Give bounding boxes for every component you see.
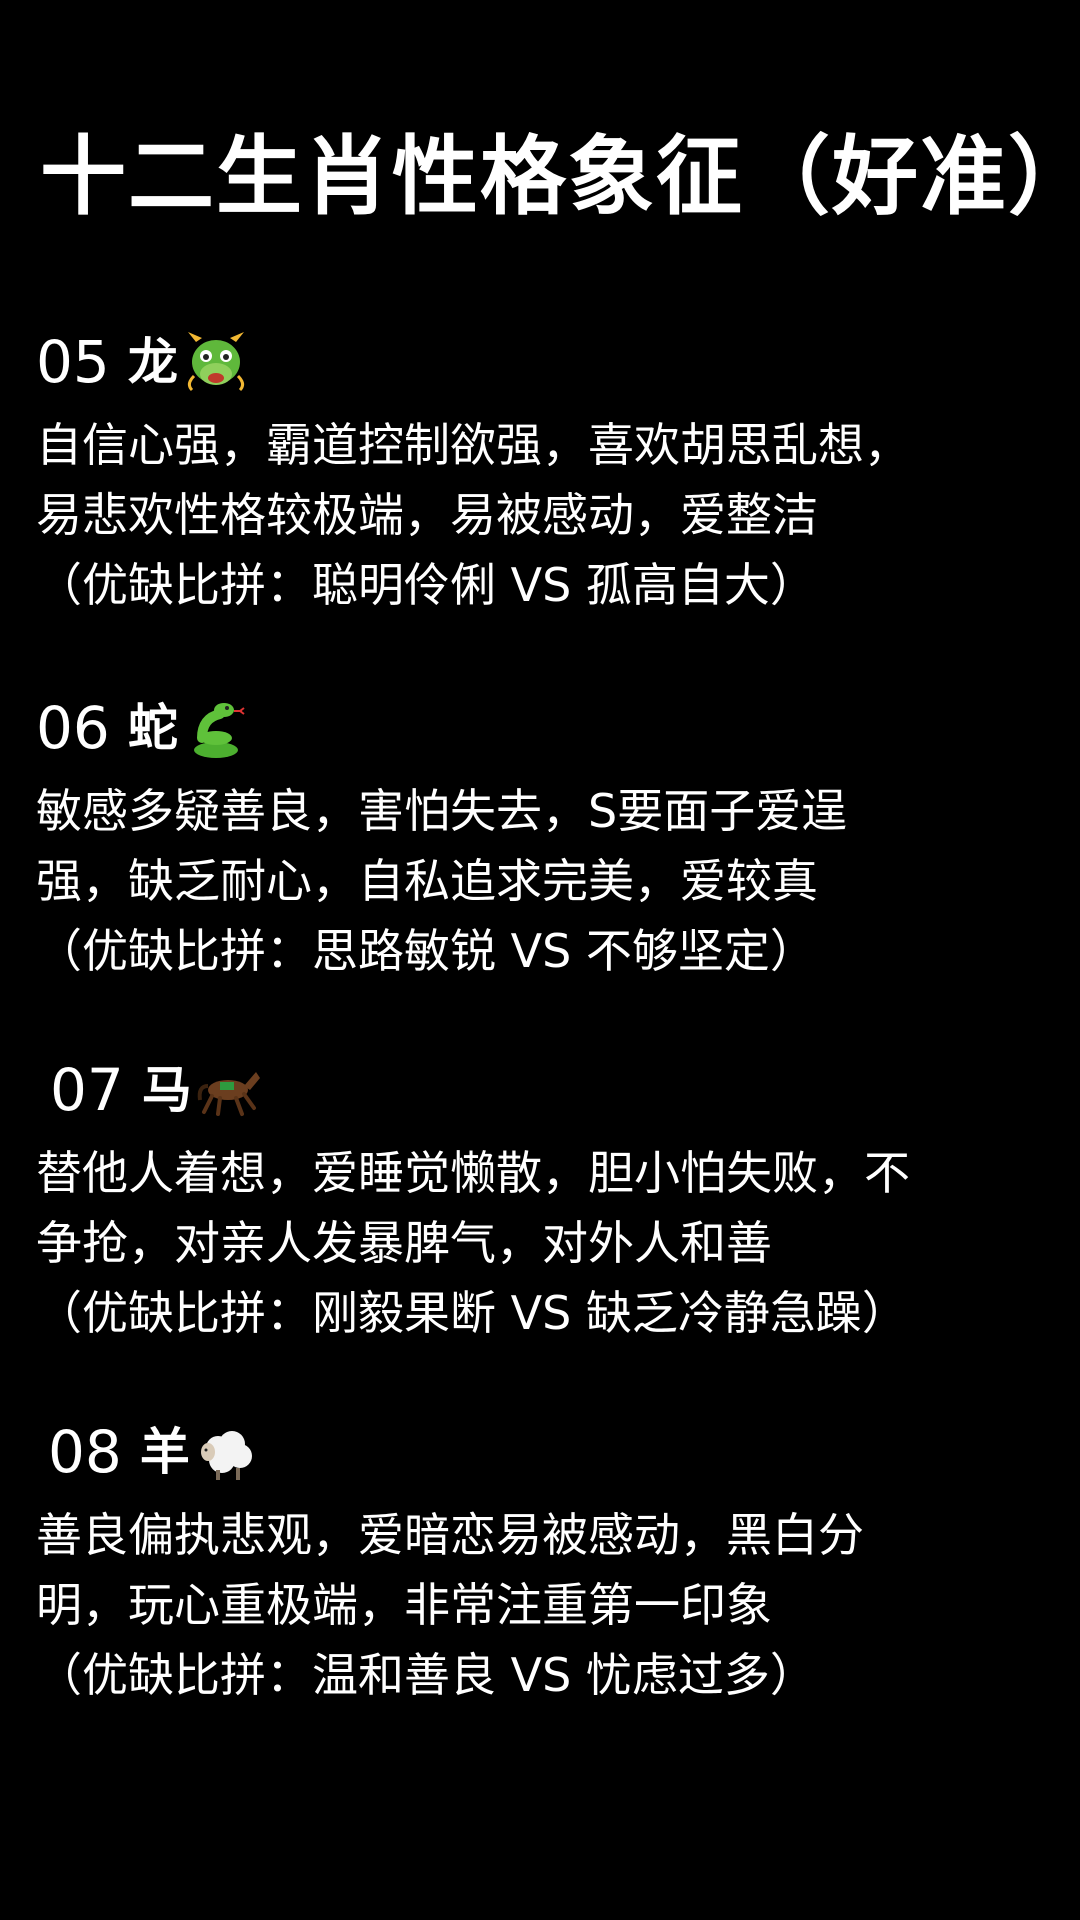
zodiac-entry-horse: 07 马 替他人着想，爱睡觉懒散，胆小怕失败，不 争抢，对亲人发暴脾气，对外人和… xyxy=(36,1050,1056,1348)
page: 十二生肖性格象征（好准） 05 龙 自信心强，霸道控制欲强，喜欢胡思乱想， 易悲… xyxy=(0,0,1080,1920)
entry-number: 05 xyxy=(36,328,110,396)
merit-comparison: （优缺比拼：聪明伶俐 VS 孤高自大） xyxy=(36,558,816,612)
sheep-icon xyxy=(200,1431,252,1480)
description-line: 替他人着想，爱睡觉懒散，胆小怕失败，不 xyxy=(36,1146,910,1200)
entry-header: 08 羊 xyxy=(36,1412,1056,1492)
entry-number: 08 xyxy=(48,1418,122,1486)
animal-name: 龙 xyxy=(127,333,178,391)
merit-comparison: （优缺比拼：温和善良 VS 忧虑过多） xyxy=(36,1648,816,1702)
animal-name: 马 xyxy=(141,1061,192,1119)
entry-header: 07 马 xyxy=(36,1050,1056,1130)
dragon-face-icon xyxy=(187,332,244,392)
snake-icon xyxy=(193,703,245,758)
description-line: 争抢，对亲人发暴脾气，对外人和善 xyxy=(36,1216,772,1270)
entry-header: 06 蛇 xyxy=(36,688,1056,768)
zodiac-entry-snake: 06 蛇 敏感多疑善良，害怕失去，S要面子爱逞 强，缺乏耐心，自私追求完美，爱较… xyxy=(36,688,1056,986)
merit-comparison: （优缺比拼：思路敏锐 VS 不够坚定） xyxy=(36,924,816,978)
merit-comparison: （优缺比拼：刚毅果断 VS 缺乏冷静急躁） xyxy=(36,1286,908,1340)
description-line: 善良偏执悲观，爱暗恋易被感动，黑白分 xyxy=(36,1508,864,1562)
description-line: 强，缺乏耐心，自私追求完美，爱较真 xyxy=(36,854,818,908)
entry-number: 07 xyxy=(50,1056,124,1124)
entry-number: 06 xyxy=(36,694,110,762)
description-line: 明，玩心重极端，非常注重第一印象 xyxy=(36,1578,772,1632)
zodiac-entry-dragon: 05 龙 自信心强，霸道控制欲强，喜欢胡思乱想， 易悲欢性格较极端，易被感动，爱… xyxy=(36,322,1056,620)
animal-name: 蛇 xyxy=(127,699,178,757)
description-line: 敏感多疑善良，害怕失去，S要面子爱逞 xyxy=(36,784,848,838)
description-line: 易悲欢性格较极端，易被感动，爱整洁 xyxy=(36,488,818,542)
description-line: 自信心强，霸道控制欲强，喜欢胡思乱想， xyxy=(36,418,910,472)
animal-name: 羊 xyxy=(139,1423,190,1481)
entry-header: 05 龙 xyxy=(36,322,1056,402)
racehorse-icon xyxy=(197,1072,260,1116)
page-title: 十二生肖性格象征（好准） xyxy=(40,127,1080,227)
zodiac-entry-sheep: 08 羊 善良偏执悲观，爱暗恋易被感动，黑白分 明，玩心重极端，非常注重第一印象… xyxy=(36,1412,1056,1710)
